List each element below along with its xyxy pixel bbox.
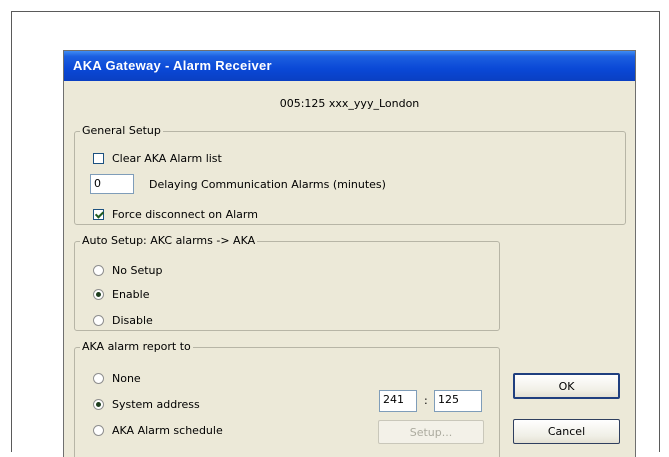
enable-label: Enable xyxy=(112,288,150,301)
report-alarm-schedule-option[interactable]: AKA Alarm schedule xyxy=(93,424,223,437)
general-setup-title: General Setup xyxy=(80,124,163,138)
disable-radio[interactable] xyxy=(93,315,104,326)
delay-minutes-input[interactable]: 0 xyxy=(90,174,134,194)
none-radio[interactable] xyxy=(93,373,104,384)
auto-setup-enable-option[interactable]: Enable xyxy=(93,288,149,301)
report-system-address-option[interactable]: System address xyxy=(93,398,200,411)
cancel-button[interactable]: Cancel xyxy=(513,419,620,444)
auto-setup-disable-option[interactable]: Disable xyxy=(93,314,153,327)
none-label: None xyxy=(112,372,141,385)
force-disconnect-label: Force disconnect on Alarm xyxy=(112,208,258,221)
address-node-input[interactable]: 125 xyxy=(434,390,482,412)
disable-label: Disable xyxy=(112,314,153,327)
clear-alarm-list-row[interactable]: Clear AKA Alarm list xyxy=(93,152,222,165)
address-separator: : xyxy=(424,394,428,407)
report-none-option[interactable]: None xyxy=(93,372,141,385)
alarm-schedule-label: AKA Alarm schedule xyxy=(112,424,223,437)
clear-alarm-list-checkbox[interactable] xyxy=(93,153,104,164)
window-title: AKA Gateway - Alarm Receiver xyxy=(73,58,272,73)
force-disconnect-checkbox[interactable] xyxy=(93,209,104,220)
setup-button[interactable]: Setup... xyxy=(378,420,484,444)
device-header: 005:125 xxx_yyy_London xyxy=(279,97,420,110)
auto-setup-no-setup-option[interactable]: No Setup xyxy=(93,264,162,277)
system-address-radio[interactable] xyxy=(93,399,104,410)
alarm-report-title: AKA alarm report to xyxy=(80,340,193,354)
general-setup-group: General Setup Clear AKA Alarm list 0 Del… xyxy=(74,124,626,225)
system-address-label: System address xyxy=(112,398,200,411)
clear-alarm-list-label: Clear AKA Alarm list xyxy=(112,152,222,165)
delay-minutes-label: Delaying Communication Alarms (minutes) xyxy=(149,178,386,191)
alarm-schedule-radio[interactable] xyxy=(93,425,104,436)
enable-radio[interactable] xyxy=(93,289,104,300)
no-setup-label: No Setup xyxy=(112,264,163,277)
address-network-input[interactable]: 241 xyxy=(379,390,417,412)
ok-button[interactable]: OK xyxy=(513,373,620,399)
title-bar[interactable]: AKA Gateway - Alarm Receiver xyxy=(64,51,635,81)
force-disconnect-row[interactable]: Force disconnect on Alarm xyxy=(93,208,258,221)
no-setup-radio[interactable] xyxy=(93,265,104,276)
alarm-receiver-dialog: AKA Gateway - Alarm Receiver 005:125 xxx… xyxy=(63,50,636,457)
auto-setup-title: Auto Setup: AKC alarms -> AKA xyxy=(80,234,258,248)
auto-setup-group: Auto Setup: AKC alarms -> AKA No Setup E… xyxy=(74,234,500,331)
alarm-report-group: AKA alarm report to None System address … xyxy=(74,340,500,457)
